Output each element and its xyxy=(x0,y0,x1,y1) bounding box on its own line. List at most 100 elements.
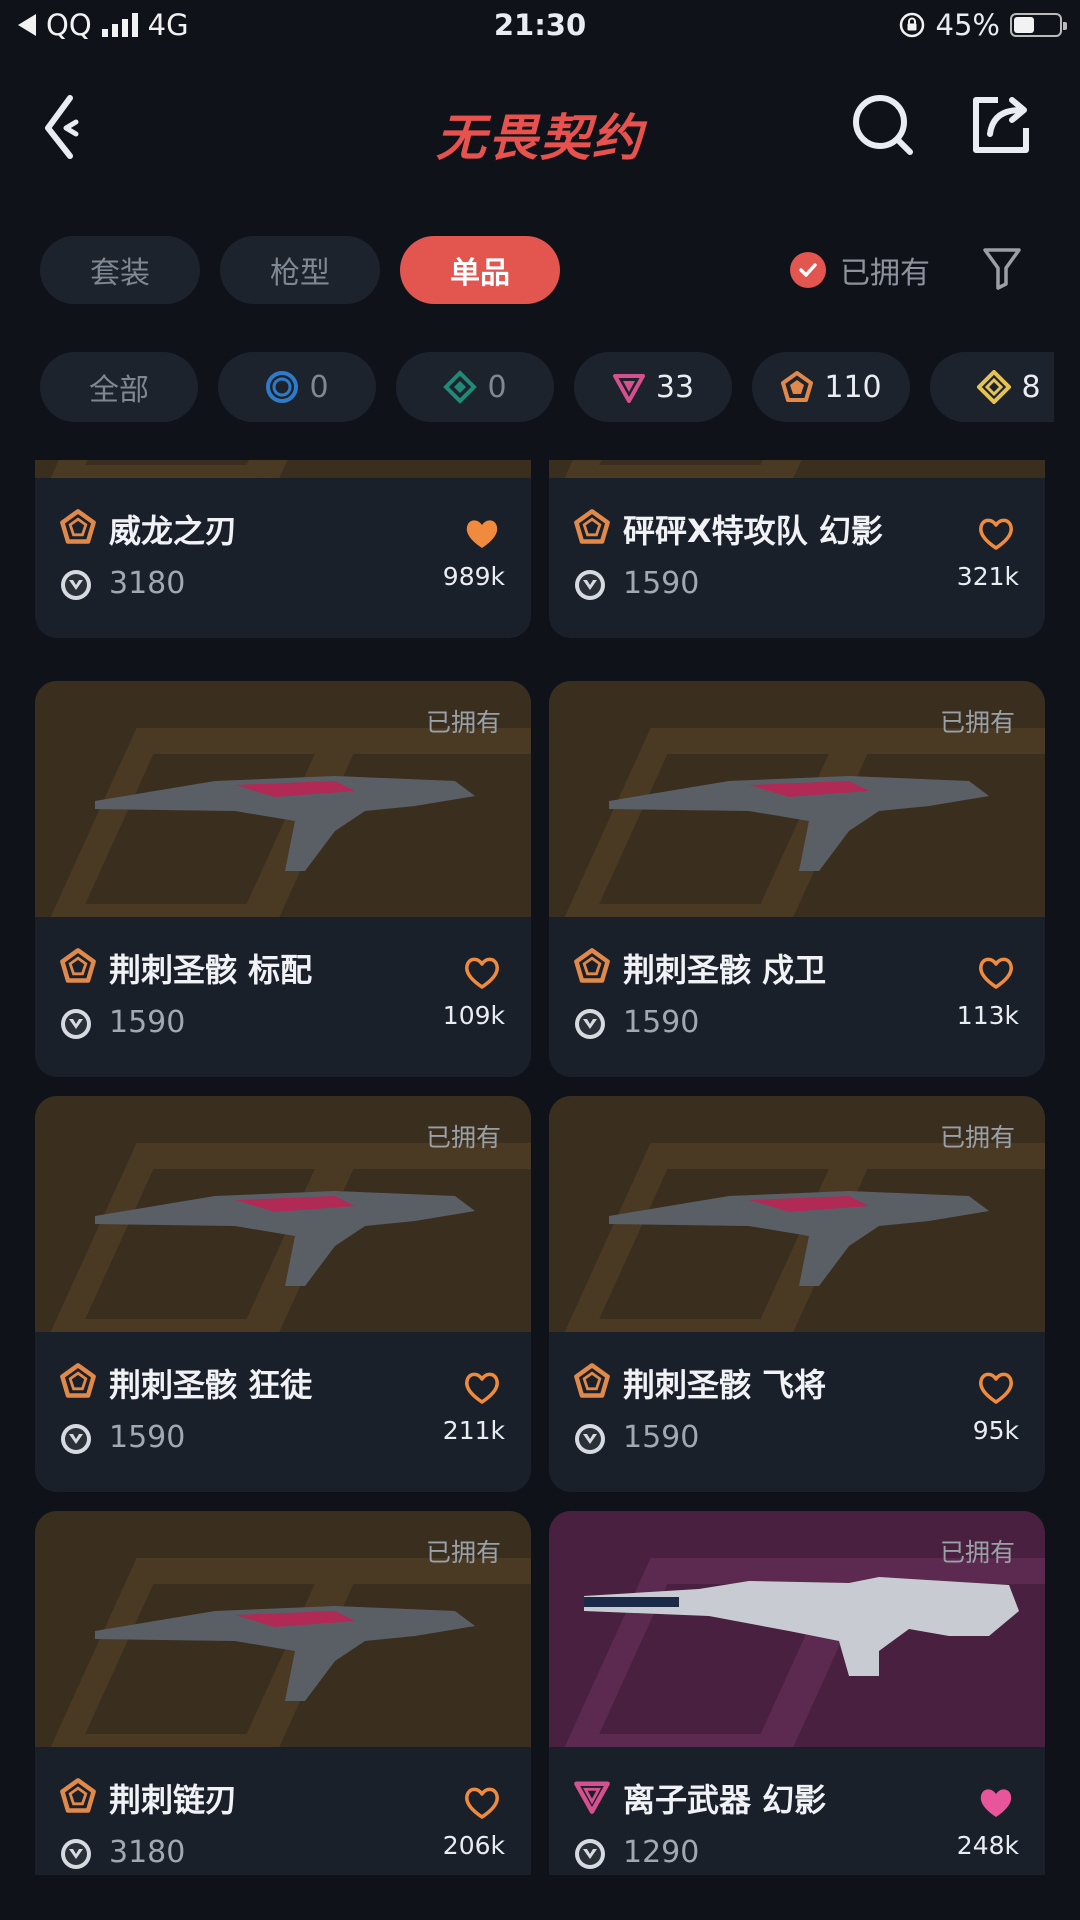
valorant-points-icon xyxy=(573,1837,607,1871)
item-price: 1590 xyxy=(109,1420,186,1455)
valorant-points-icon xyxy=(573,1007,607,1041)
valorant-points-icon xyxy=(573,1422,607,1456)
item-card[interactable]: 已拥有 荆刺圣骸 飞将 1590 95k xyxy=(549,1096,1045,1492)
item-likes: 321k xyxy=(956,562,1019,591)
owned-tag: 已拥有 xyxy=(939,708,1015,737)
exclusive-tier-icon xyxy=(59,1362,97,1400)
weapon-image: 已拥有 xyxy=(35,681,531,917)
item-card[interactable]: 砰砰X特攻队 幻影 1590 321k xyxy=(549,460,1045,638)
item-card[interactable]: 已拥有 荆刺圣骸 标配 1590 109k xyxy=(35,681,531,1077)
owned-tag: 已拥有 xyxy=(425,1123,501,1152)
heart-icon[interactable] xyxy=(977,955,1015,989)
heart-icon[interactable] xyxy=(463,1785,501,1819)
item-name: 荆刺圣骸 狂徒 xyxy=(109,1366,313,1404)
item-grid: 威龙之刃 3180 989k 砰砰X特攻队 幻影 1590 321k 已拥有 荆… xyxy=(35,460,1045,1875)
exclusive-tier-icon xyxy=(573,947,611,985)
valorant-points-icon xyxy=(59,1422,93,1456)
share-icon[interactable] xyxy=(968,92,1034,158)
chip-label: 全部 xyxy=(89,373,149,408)
chip-label: 0 xyxy=(487,369,507,405)
exclusive-tier-icon xyxy=(573,1362,611,1400)
battery-icon xyxy=(1010,13,1067,37)
item-price: 3180 xyxy=(109,566,186,601)
heart-icon[interactable] xyxy=(463,516,501,550)
item-card[interactable]: 已拥有 荆刺圣骸 狂徒 1590 211k xyxy=(35,1096,531,1492)
chip-all[interactable]: 全部 xyxy=(40,352,198,422)
heart-icon[interactable] xyxy=(977,516,1015,550)
exclusive-tier-icon xyxy=(573,508,611,546)
battery-percent: 45% xyxy=(935,8,1000,42)
item-likes: 109k xyxy=(442,1001,505,1030)
item-card[interactable]: 已拥有 荆刺链刃 3180 206k xyxy=(35,1511,531,1875)
ultra-tier-icon xyxy=(977,370,1012,404)
chip-label: 33 xyxy=(655,369,695,405)
weapon-image: 已拥有 xyxy=(35,1511,531,1747)
weapon-image: 已拥有 xyxy=(549,681,1045,917)
valorant-points-icon xyxy=(59,1837,93,1871)
item-price: 3180 xyxy=(109,1835,186,1870)
item-card[interactable]: 威龙之刃 3180 989k xyxy=(35,460,531,638)
heart-icon[interactable] xyxy=(463,955,501,989)
chip-deluxe-tier[interactable]: 0 xyxy=(396,352,554,422)
exclusive-tier-icon xyxy=(59,508,97,546)
tab-single-item[interactable]: 单品 xyxy=(400,236,560,304)
search-icon[interactable] xyxy=(850,92,916,158)
item-price: 1590 xyxy=(623,1420,700,1455)
item-likes: 211k xyxy=(442,1416,505,1445)
rotation-lock-icon xyxy=(899,12,924,38)
tab-gun-type[interactable]: 枪型 xyxy=(220,236,380,304)
heart-icon[interactable] xyxy=(977,1785,1015,1819)
item-price: 1590 xyxy=(109,1005,186,1040)
app-header: 无畏契约 xyxy=(0,80,1080,170)
item-name: 荆刺圣骸 戍卫 xyxy=(623,951,827,989)
item-name: 荆刺圣骸 标配 xyxy=(109,951,313,989)
item-name: 离子武器 幻影 xyxy=(623,1781,827,1819)
item-likes: 206k xyxy=(442,1831,505,1860)
tab-set[interactable]: 套装 xyxy=(40,236,200,304)
item-price: 1590 xyxy=(623,566,700,601)
chip-select-tier[interactable]: 0 xyxy=(218,352,376,422)
status-bar: QQ 4G 21:30 45% xyxy=(0,0,1080,56)
weapon-image xyxy=(35,460,531,478)
weapon-art xyxy=(564,460,802,478)
owned-filter-toggle[interactable]: 已拥有 xyxy=(790,248,930,292)
owned-tag: 已拥有 xyxy=(939,1538,1015,1567)
item-likes: 113k xyxy=(956,1001,1019,1030)
item-name: 荆刺链刃 xyxy=(109,1781,238,1819)
item-price: 1590 xyxy=(623,1005,700,1040)
valorant-points-icon xyxy=(59,1007,93,1041)
chip-premium-tier[interactable]: 33 xyxy=(574,352,732,422)
chip-ultra-tier[interactable]: 8 xyxy=(930,352,1054,422)
status-right: 45% xyxy=(898,8,1067,42)
owned-tag: 已拥有 xyxy=(939,1123,1015,1152)
premium-tier-icon xyxy=(612,374,645,403)
exclusive-tier-icon xyxy=(59,1777,97,1815)
weapon-image: 已拥有 xyxy=(35,1096,531,1332)
heart-icon[interactable] xyxy=(977,1370,1015,1404)
premium-tier-icon xyxy=(573,1777,611,1815)
filter-funnel-icon[interactable] xyxy=(982,246,1022,290)
item-name: 砰砰X特攻队 幻影 xyxy=(623,512,883,550)
weapon-image xyxy=(549,460,1045,478)
item-card[interactable]: 已拥有 荆刺圣骸 戍卫 1590 113k xyxy=(549,681,1045,1077)
heart-icon[interactable] xyxy=(463,1370,501,1404)
weapon-image: 已拥有 xyxy=(549,1096,1045,1332)
chip-exclusive-tier[interactable]: 110 xyxy=(752,352,910,422)
item-likes: 989k xyxy=(442,562,505,591)
deluxe-tier-icon xyxy=(443,370,478,404)
exclusive-tier-icon xyxy=(781,371,814,402)
valorant-points-icon xyxy=(573,568,607,602)
page-title: 无畏契约 xyxy=(436,109,644,167)
chip-label: 8 xyxy=(1021,369,1041,405)
checkmark-icon xyxy=(790,252,826,288)
item-card[interactable]: 已拥有 离子武器 幻影 1290 248k xyxy=(549,1511,1045,1875)
rarity-filter-row: 全部 0 0 33 110 8 xyxy=(40,352,1054,422)
owned-filter-label: 已拥有 xyxy=(840,256,930,291)
owned-tag: 已拥有 xyxy=(425,708,501,737)
weapon-art xyxy=(50,460,288,478)
valorant-points-icon xyxy=(59,568,93,602)
category-tabs: 套装 枪型 单品 xyxy=(40,236,560,304)
item-likes: 248k xyxy=(956,1831,1019,1860)
weapon-image: 已拥有 xyxy=(549,1511,1045,1747)
item-name: 荆刺圣骸 飞将 xyxy=(623,1366,827,1404)
